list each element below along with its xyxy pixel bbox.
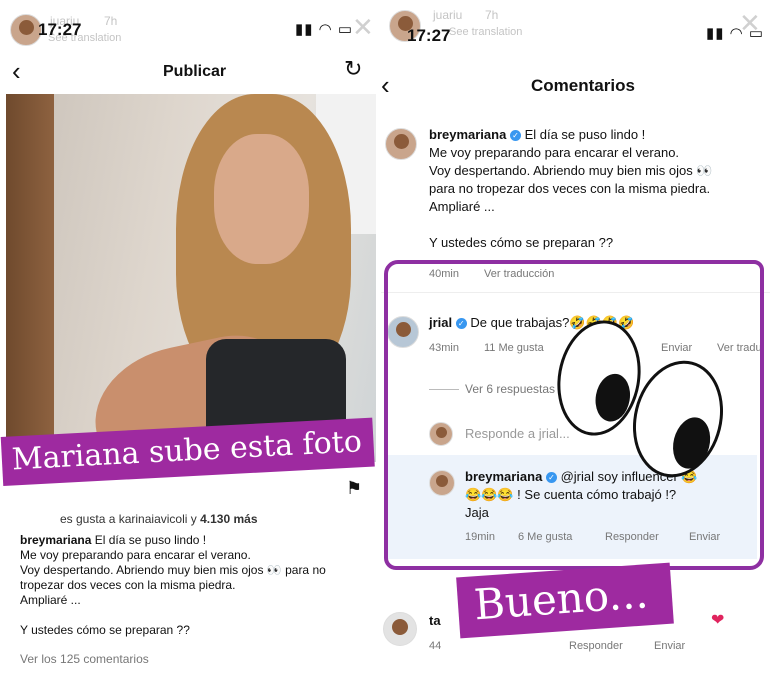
refresh-icon[interactable]: ↻ [344,56,362,82]
view-comments-link[interactable]: Ver los 125 comentarios [20,652,365,667]
post-author-avatar[interactable] [385,128,417,160]
post-caption: breymariana ✓ El día se puso lindo ! Me … [429,127,713,250]
back-arrow-icon[interactable]: ‹ [381,70,390,101]
status-icons: ▮▮ ◠ ▭ [295,21,354,38]
story-age: 7h [104,14,118,28]
close-icon[interactable]: ✕ [739,8,761,39]
caption-username[interactable]: breymariana [20,533,91,547]
send-button[interactable]: Enviar [654,640,685,652]
door [6,94,54,462]
post-author-name[interactable]: breymariana [429,127,506,142]
post-caption: breymariana El día se puso lindo ! Me vo… [20,533,326,637]
story-header: juariu 7h See translation 17:27 ▮▮ ◠ ▭ ✕ [381,0,770,45]
post-photo [6,94,376,462]
back-arrow-icon[interactable]: ‹ [12,56,21,87]
comment-age: 44 [429,640,442,652]
reply-button[interactable]: Responder [569,640,623,652]
likes-summary: es gusta a karinaiavicoli y 4.130 más [60,512,258,526]
page-title: Publicar [163,63,227,80]
story-username[interactable]: juariu [433,8,462,22]
bookmark-icon[interactable]: ⚑ [346,478,362,499]
status-time: 17:27 [38,20,82,39]
page-title: Comentarios [531,76,635,95]
face [214,134,309,264]
left-screenshot: juariu 7h See translation 17:27 ▮▮ ◠ ▭ ✕… [0,0,385,673]
see-translation-link[interactable]: See translation [449,26,522,38]
story-age: 7h [485,8,499,22]
heart-icon[interactable]: ❤ [711,610,724,630]
close-icon[interactable]: ✕ [352,12,374,43]
comment-username[interactable]: ta [429,612,441,630]
story-header: juariu 7h See translation 17:27 ▮▮ ◠ ▭ ✕ [0,0,381,46]
verified-icon: ✓ [509,130,521,142]
status-time: 17:27 [407,26,451,45]
comment-avatar[interactable] [383,612,417,646]
